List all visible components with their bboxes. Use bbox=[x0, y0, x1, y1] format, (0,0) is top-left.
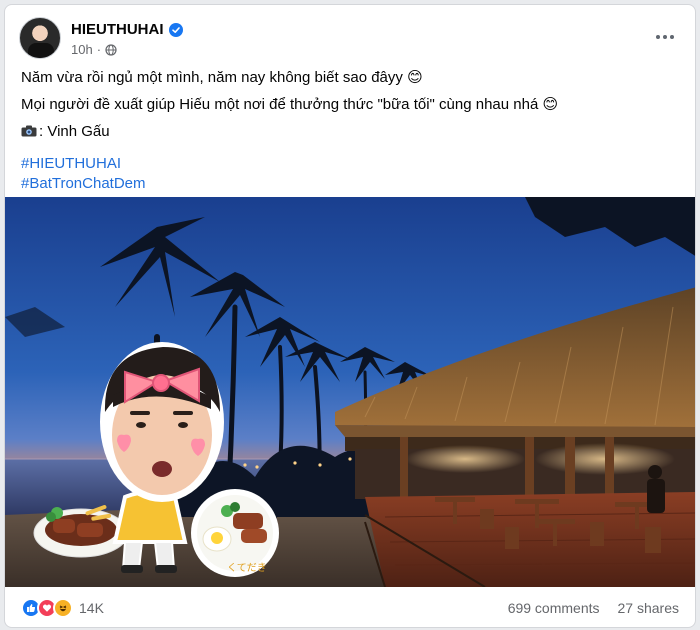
reaction-summary[interactable]: 14K bbox=[21, 598, 104, 618]
post-header: HIEUTHUHAI 10h · bbox=[19, 15, 681, 63]
comments-count[interactable]: 699 comments bbox=[508, 600, 600, 616]
post-footer: 14K 699 comments 27 shares bbox=[21, 596, 679, 620]
beach-restaurant-photo: くてだき bbox=[5, 197, 695, 587]
haha-icon bbox=[53, 598, 73, 618]
photo-credit-line: : Vinh Gấu bbox=[21, 122, 679, 142]
shares-count[interactable]: 27 shares bbox=[618, 600, 679, 616]
post-line-2: Mọi người đề xuất giúp Hiếu một nơi để t… bbox=[21, 96, 559, 113]
photo-credit: : Vinh Gấu bbox=[39, 123, 110, 140]
hashtag-hieuthuhai[interactable]: #HIEUTHUHAI bbox=[21, 154, 679, 174]
post-photo[interactable]: くてだき bbox=[5, 197, 695, 587]
author-name[interactable]: HIEUTHUHAI bbox=[71, 21, 164, 38]
post-meta: 10h · bbox=[71, 42, 117, 57]
author-avatar[interactable] bbox=[19, 17, 61, 59]
hashtag-battronchatdem[interactable]: #BatTronChatDem bbox=[21, 174, 679, 194]
sticker-text: くてだき bbox=[227, 562, 267, 574]
author-name-row: HIEUTHUHAI bbox=[71, 21, 183, 38]
post-card: HIEUTHUHAI 10h · Năm vừa rồi ngủ một mìn… bbox=[4, 4, 696, 628]
engagement-stats: 699 comments 27 shares bbox=[508, 600, 679, 616]
verified-badge-icon bbox=[168, 22, 183, 37]
post-time[interactable]: 10h bbox=[71, 42, 93, 57]
camera-icon bbox=[21, 125, 37, 137]
post-body: Năm vừa rồi ngủ một mình, năm nay không … bbox=[21, 68, 679, 194]
more-options-button[interactable] bbox=[649, 23, 681, 51]
post-line-1: Năm vừa rồi ngủ một mình, năm nay không … bbox=[21, 69, 423, 86]
reaction-count[interactable]: 14K bbox=[79, 600, 104, 616]
meta-separator: · bbox=[96, 42, 102, 57]
globe-icon[interactable] bbox=[105, 43, 117, 56]
